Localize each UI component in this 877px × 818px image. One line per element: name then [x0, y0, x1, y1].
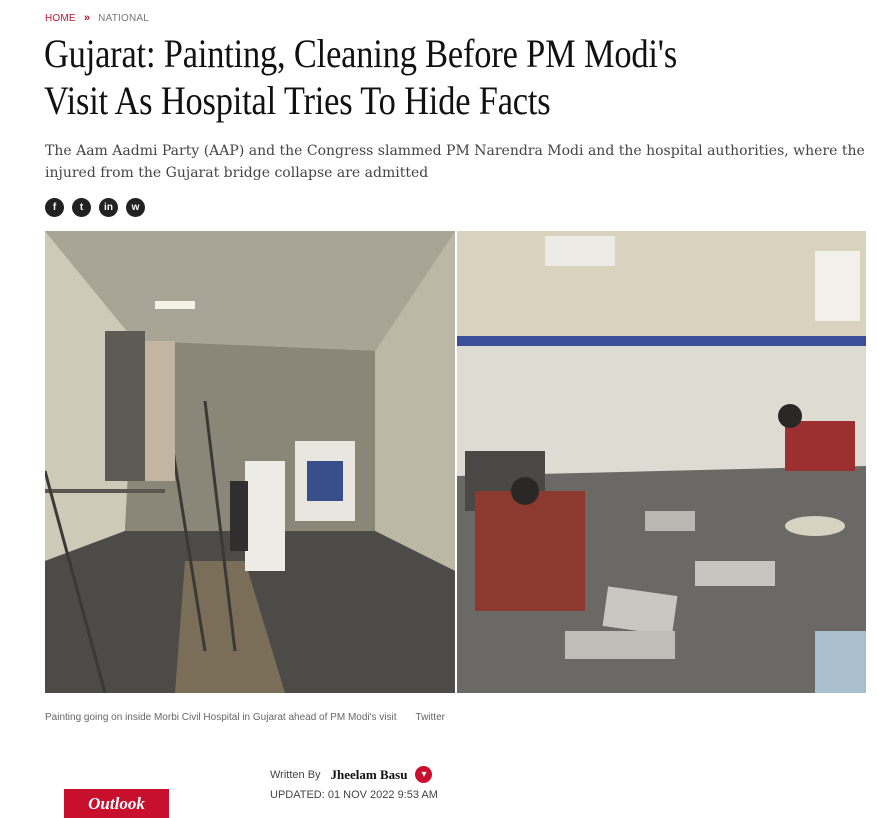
- article-dek: The Aam Aadmi Party (AAP) and the Congre…: [45, 143, 865, 181]
- caption-text: Painting going on inside Morbi Civil Hos…: [45, 712, 397, 723]
- outlook-logo[interactable]: Outlook: [64, 789, 169, 818]
- share-bar: f t in w: [45, 198, 145, 217]
- whatsapp-icon[interactable]: w: [126, 198, 145, 217]
- breadcrumb-separator-icon: »: [83, 12, 91, 24]
- article-title: Gujarat: Painting, Cleaning Before PM Mo…: [44, 31, 678, 123]
- breadcrumb-home-link[interactable]: HOME: [45, 13, 76, 24]
- breadcrumb: HOME » NATIONAL: [45, 12, 149, 24]
- written-by-label: Written By: [270, 768, 321, 781]
- photo-credit: Twitter: [415, 712, 445, 723]
- photo-left-hospital-corridor: [45, 231, 455, 693]
- linkedin-icon[interactable]: in: [99, 198, 118, 217]
- photo-caption: Painting going on inside Morbi Civil Hos…: [45, 712, 445, 723]
- photo-right-floor-work: [457, 231, 866, 693]
- facebook-icon[interactable]: f: [45, 198, 64, 217]
- twitter-icon[interactable]: t: [72, 198, 91, 217]
- article-photo[interactable]: [45, 231, 866, 693]
- author-name[interactable]: Jheelam Basu: [331, 767, 408, 783]
- chevron-down-icon[interactable]: ▾: [415, 766, 433, 783]
- breadcrumb-section-link[interactable]: NATIONAL: [98, 13, 149, 24]
- updated-timestamp: UPDATED: 01 NOV 2022 9:53 AM: [270, 789, 438, 801]
- byline: Written By Jheelam Basu ▾ UPDATED: 01 NO…: [270, 766, 438, 801]
